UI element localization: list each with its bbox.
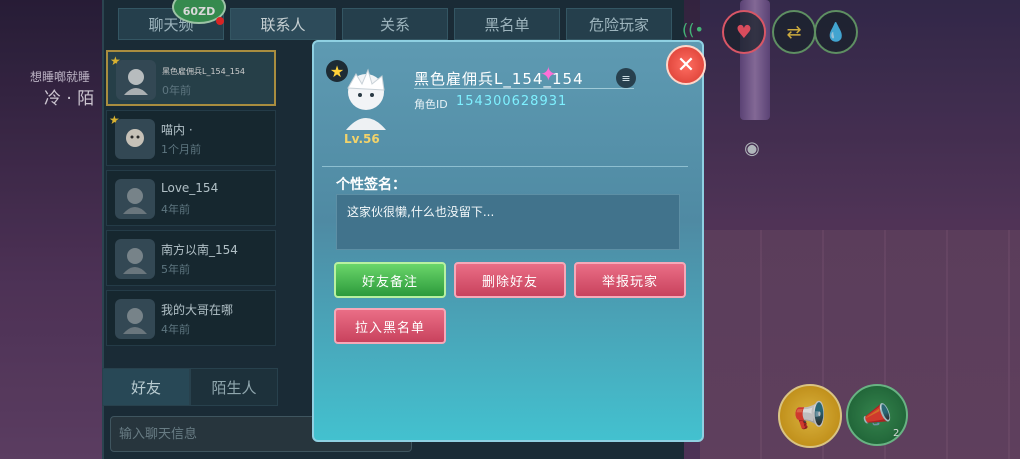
swap-icon[interactable]: ⇄ [772, 10, 816, 54]
world-horn-button[interactable]: 📢 [778, 384, 842, 448]
add-to-blacklist-button[interactable]: 拉入黑名单 [334, 308, 446, 344]
contact-item[interactable]: ★ 黑色雇佣兵L_154_154 0年前 [106, 50, 276, 106]
contact-time: 0年前 [162, 84, 191, 97]
sparkle-icon: ✦ [540, 62, 557, 86]
contact-name: 南方以南_154 [161, 243, 238, 257]
horn-count: 2 [893, 428, 900, 439]
contact-name: 我的大哥在哪 [161, 303, 234, 317]
friend-type-tabs: 好友 陌生人 [102, 368, 278, 406]
note-icon[interactable]: ≡ [616, 68, 636, 88]
signal-icon: ((• [682, 20, 704, 39]
tab-strangers[interactable]: 陌生人 [190, 368, 278, 406]
contact-item[interactable]: Love_154 4年前 [106, 170, 276, 226]
contact-name: 黑色雇佣兵L_154_154 [162, 67, 245, 76]
signature-text: 这家伙很懒,什么也没留下... [347, 205, 495, 219]
contact-time: 4年前 [161, 203, 190, 216]
player-level: Lv.56 [344, 132, 380, 146]
name-underline [414, 88, 634, 89]
signature-box: 这家伙很懒,什么也没留下... [336, 194, 680, 250]
avatar [115, 179, 155, 219]
avatar [115, 239, 155, 279]
delete-friend-button[interactable]: 删除好友 [454, 262, 566, 298]
tab-contacts[interactable]: 联系人 [230, 8, 336, 40]
contact-time: 4年前 [161, 323, 190, 336]
water-drop-icon[interactable]: 💧 [814, 10, 858, 54]
divider [322, 166, 688, 167]
report-player-button[interactable]: 举报玩家 [574, 262, 686, 298]
avatar [115, 119, 155, 159]
tab-relations[interactable]: 关系 [342, 8, 448, 40]
signature-label: 个性签名： [336, 177, 406, 193]
heart-icon[interactable]: ♥ [722, 10, 766, 54]
avatar [115, 299, 155, 339]
player-info-dialog: ★ Lv.56 黑色雇佣兵L_154_154 ✦ ≡ 角色ID 15430062… [312, 40, 704, 442]
tab-dangerous-players[interactable]: 危险玩家 [566, 8, 672, 40]
role-id-label: 角色ID [414, 98, 448, 111]
contact-name: Love_154 [161, 181, 219, 195]
contact-item[interactable]: ★ 喵内 · 1个月前 [106, 110, 276, 166]
tab-friends[interactable]: 好友 [102, 368, 190, 406]
contact-time: 5年前 [161, 263, 190, 276]
notification-dot [216, 17, 224, 25]
contact-time: 1个月前 [161, 143, 201, 156]
player-avatar [336, 66, 396, 130]
contact-item[interactable]: 我的大哥在哪 4年前 [106, 290, 276, 346]
avatar [116, 60, 156, 100]
eye-icon[interactable]: ◉ [738, 134, 766, 162]
tab-blacklist[interactable]: 黑名单 [454, 8, 560, 40]
close-button[interactable]: ✕ [666, 45, 706, 85]
player-nametag-top: 想睡啷就睡 [30, 70, 91, 84]
contact-item[interactable]: 南方以南_154 5年前 [106, 230, 276, 286]
contact-name: 喵内 · [161, 123, 193, 137]
friend-remark-button[interactable]: 好友备注 [334, 262, 446, 298]
role-id-value: 154300628931 [456, 94, 568, 109]
player-nametag: 冷 · 陌 [44, 89, 95, 109]
